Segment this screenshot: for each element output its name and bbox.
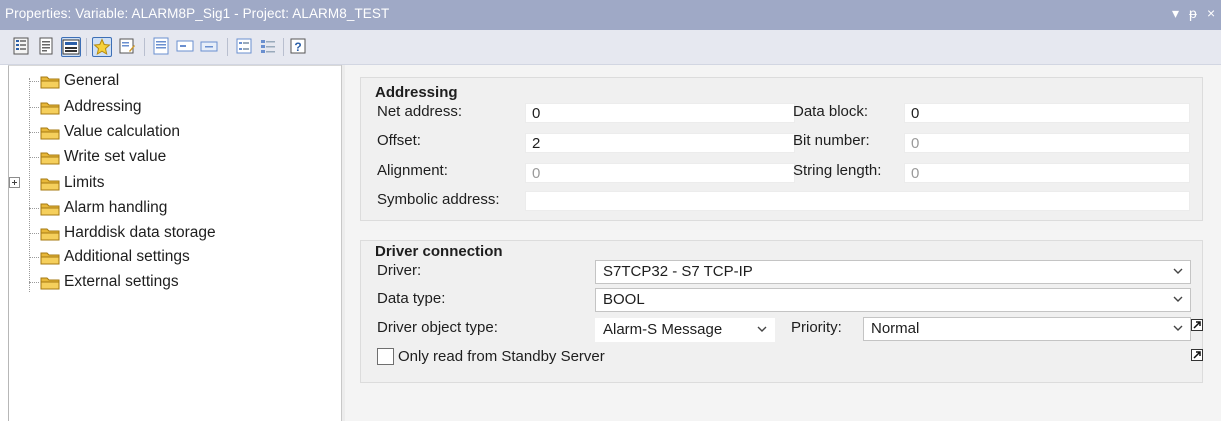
driver-connection-group: Driver connection Driver: S7TCP32 - S7 T… <box>360 240 1203 383</box>
bit-number-label: Bit number: <box>793 132 870 149</box>
tree-item-label: Limits <box>64 174 105 191</box>
chevron-down-icon <box>1173 268 1183 274</box>
alignment-field[interactable]: 0 <box>525 163 795 183</box>
tree-item-limits[interactable]: Limits <box>9 172 104 194</box>
offset-field[interactable]: 2 <box>525 133 795 153</box>
standby-link-icon[interactable] <box>1191 349 1203 361</box>
offset-label: Offset: <box>377 132 421 149</box>
properties-panel: Addressing Net address: 0 Offset: 2 Alig… <box>345 65 1221 421</box>
tree-item-general[interactable]: General <box>29 70 119 92</box>
chevron-down-icon <box>757 326 767 332</box>
tree-connector <box>29 256 39 258</box>
tree-item-label: Addressing <box>64 98 142 115</box>
string-length-field[interactable]: 0 <box>904 163 1190 183</box>
tree-item-label: General <box>64 72 120 89</box>
alignment-label: Alignment: <box>377 162 448 179</box>
category-tree: General Addressing Value calculation Wri… <box>8 65 341 421</box>
data-type-select-value: BOOL <box>603 291 645 308</box>
tree-connector <box>29 232 39 234</box>
tree-connector <box>29 80 39 82</box>
data-type-select[interactable]: BOOL <box>595 288 1191 312</box>
addressing-group: Addressing Net address: 0 Offset: 2 Alig… <box>360 77 1203 221</box>
driver-select[interactable]: S7TCP32 - S7 TCP-IP <box>595 260 1191 284</box>
tree-connector <box>29 156 39 158</box>
net-address-field[interactable]: 0 <box>525 103 795 123</box>
bit-number-field[interactable]: 0 <box>904 133 1190 153</box>
help-icon[interactable]: ? <box>289 37 309 57</box>
priority-link-icon[interactable] <box>1191 319 1203 331</box>
edit-properties-icon[interactable] <box>118 37 138 57</box>
tree-item-value-calculation[interactable]: Value calculation <box>29 121 180 143</box>
symbolic-address-label: Symbolic address: <box>377 191 500 208</box>
driver-object-type-label: Driver object type: <box>377 319 498 336</box>
folder-icon <box>40 228 60 240</box>
folder-icon <box>40 203 60 215</box>
document-icon[interactable] <box>37 37 57 57</box>
priority-select[interactable]: Normal <box>863 317 1191 341</box>
favorites-star-icon[interactable] <box>92 37 112 57</box>
expand-plus-icon[interactable] <box>9 177 20 188</box>
tree-item-external-settings[interactable]: External settings <box>29 271 179 293</box>
toolbar: ? <box>0 30 1221 65</box>
folder-icon <box>40 252 60 264</box>
pin-button[interactable]: ᵽ <box>1189 5 1197 21</box>
toolbar-separator <box>144 38 145 56</box>
driver-label: Driver: <box>377 262 422 279</box>
tree-item-label: Write set value <box>64 148 167 165</box>
standby-label: Only read from Standby Server <box>398 348 605 365</box>
folder-icon <box>40 277 60 289</box>
window-title: Properties: Variable: ALARM8P_Sig1 - Pro… <box>5 6 390 21</box>
title-bar: Properties: Variable: ALARM8P_Sig1 - Pro… <box>0 0 1221 30</box>
toolbar-separator <box>283 38 284 56</box>
toolbar-separator <box>227 38 228 56</box>
tree-item-label: Harddisk data storage <box>64 224 216 241</box>
standby-checkbox[interactable] <box>377 348 394 365</box>
tree-item-label: Alarm handling <box>64 199 168 216</box>
svg-text:?: ? <box>294 40 301 54</box>
close-button[interactable]: × <box>1207 5 1215 21</box>
folder-icon <box>40 127 60 139</box>
data-block-field[interactable]: 0 <box>904 103 1190 123</box>
tree-connector <box>29 131 39 133</box>
string-length-label: String length: <box>793 162 882 179</box>
tree-item-additional-settings[interactable]: Additional settings <box>29 246 190 268</box>
tree-connector <box>29 207 39 209</box>
folder-icon <box>40 152 60 164</box>
chevron-down-icon <box>1173 325 1183 331</box>
folder-icon <box>40 76 60 88</box>
net-address-label: Net address: <box>377 103 463 120</box>
form-view-icon[interactable] <box>61 37 81 57</box>
priority-label: Priority: <box>791 319 842 336</box>
tree-item-write-set-value[interactable]: Write set value <box>29 146 166 168</box>
window-menu-button[interactable]: ▾ <box>1172 5 1179 22</box>
folder-icon <box>40 178 60 190</box>
driver-select-value: S7TCP32 - S7 TCP-IP <box>603 263 753 280</box>
collapse-all-icon[interactable] <box>259 37 279 57</box>
symbolic-address-field[interactable] <box>525 191 1190 211</box>
tree-item-label: External settings <box>64 273 179 290</box>
data-type-label: Data type: <box>377 290 446 307</box>
chevron-down-icon <box>1173 296 1183 302</box>
tree-item-addressing[interactable]: Addressing <box>29 96 142 118</box>
tree-item-label: Value calculation <box>64 123 181 140</box>
tree-item-alarm-handling[interactable]: Alarm handling <box>29 197 167 219</box>
toolbar-separator <box>86 38 87 56</box>
expand-all-icon[interactable] <box>235 37 255 57</box>
details-icon[interactable] <box>152 37 172 57</box>
priority-select-value: Normal <box>871 320 920 337</box>
addressing-title: Addressing <box>375 84 458 101</box>
properties-grid-icon[interactable] <box>12 37 32 57</box>
textbox-icon[interactable] <box>176 37 196 57</box>
button-icon[interactable] <box>200 37 220 57</box>
tree-connector <box>29 281 39 283</box>
tree-connector <box>29 106 39 108</box>
folder-icon <box>40 102 60 114</box>
driver-object-type-select[interactable]: Alarm-S Message <box>595 318 775 342</box>
driver-connection-title: Driver connection <box>375 243 503 260</box>
tree-item-harddisk-data-storage[interactable]: Harddisk data storage <box>29 222 216 244</box>
driver-object-type-value: Alarm-S Message <box>603 321 723 338</box>
tree-item-label: Additional settings <box>64 248 190 265</box>
data-block-label: Data block: <box>793 103 869 120</box>
